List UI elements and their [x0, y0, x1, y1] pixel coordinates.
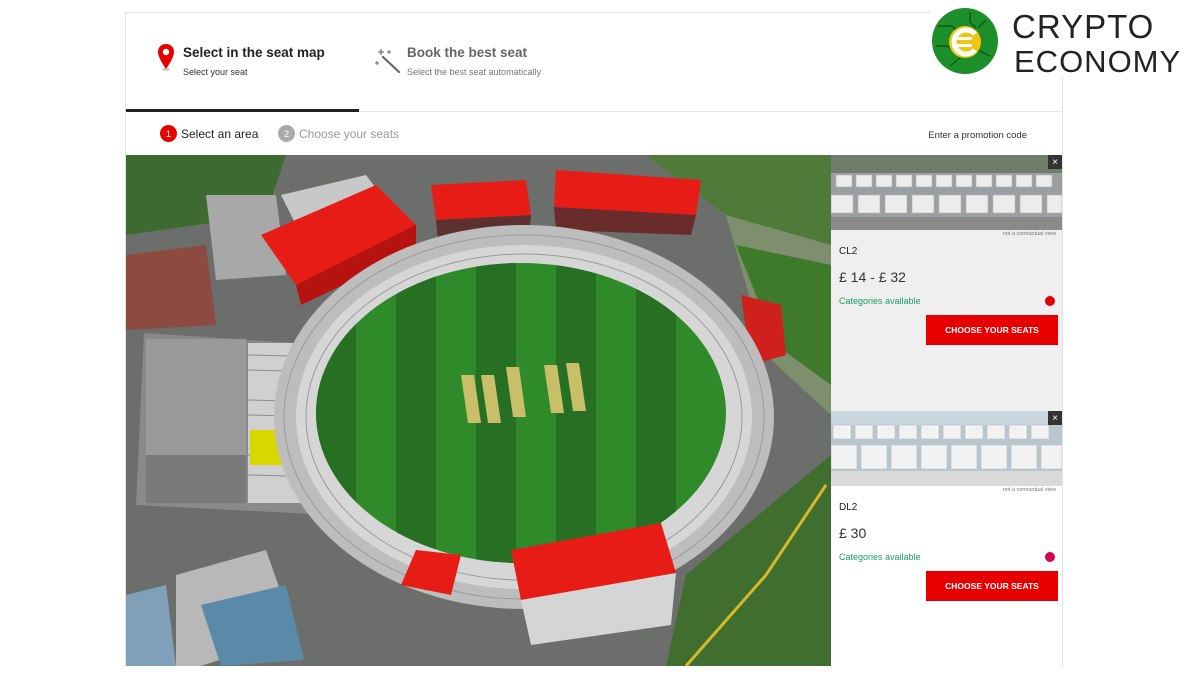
magic-wand-icon — [375, 49, 401, 73]
view-disclaimer: not a contractual view — [1002, 231, 1056, 237]
step-number: 2 — [278, 125, 295, 142]
area-name: DL2 — [839, 502, 858, 513]
progress-steps: 1 Select an area 2 Choose your seats Ent… — [126, 113, 1062, 155]
stadium-seat-map[interactable] — [126, 155, 831, 666]
crypto-economy-logo: CRYPTO ECONOMY — [930, 6, 1196, 79]
logo-text-line1: CRYPTO — [1012, 8, 1155, 45]
promo-code-link[interactable]: Enter a promotion code — [928, 130, 1027, 141]
tab-best-seat-title: Book the best seat — [407, 45, 528, 60]
availability-status: Categories available — [839, 552, 921, 562]
area-view-thumbnail: × — [831, 411, 1062, 486]
step-label: Select an area — [181, 126, 259, 141]
area-card-cl2: × not a contractual view CL2 £ 14 - £ 32… — [831, 155, 1062, 411]
logo-text-line2: ECONOMY — [1014, 44, 1182, 79]
tab-seat-map-title: Select in the seat map — [183, 45, 325, 60]
view-disclaimer: not a contractual view — [1002, 487, 1056, 493]
booking-mode-tabs: Select in the seat map Select your seat … — [126, 13, 1062, 112]
availability-status: Categories available — [839, 296, 921, 306]
map-pin-icon — [158, 44, 174, 71]
close-icon[interactable]: × — [1048, 411, 1062, 425]
area-details-panel: × not a contractual view CL2 £ 14 - £ 32… — [831, 155, 1062, 667]
area-name: CL2 — [839, 246, 858, 257]
step-number: 1 — [160, 125, 177, 142]
tab-best-seat[interactable]: Book the best seat Select the best seat … — [359, 13, 599, 112]
step-label: Choose your seats — [299, 126, 400, 141]
step-choose-seats[interactable]: 2 Choose your seats — [278, 125, 399, 142]
area-price: £ 30 — [839, 525, 867, 541]
step-select-area[interactable]: 1 Select an area — [160, 125, 258, 142]
tab-seat-map-subtitle: Select your seat — [183, 67, 248, 77]
close-icon[interactable]: × — [1048, 155, 1062, 169]
crypto-economy-logo-mark — [932, 8, 998, 74]
choose-seats-button[interactable]: CHOOSE YOUR SEATS — [926, 571, 1058, 601]
area-price: £ 14 - £ 32 — [839, 269, 906, 285]
tab-best-seat-subtitle: Select the best seat automatically — [407, 67, 542, 77]
stadium-illustration — [126, 155, 831, 666]
category-dot — [1045, 552, 1055, 562]
category-dot — [1045, 296, 1055, 306]
choose-seats-button[interactable]: CHOOSE YOUR SEATS — [926, 315, 1058, 345]
booking-widget: Select in the seat map Select your seat … — [125, 12, 1063, 667]
area-view-thumbnail: × — [831, 155, 1062, 230]
tab-seat-map[interactable]: Select in the seat map Select your seat — [126, 13, 359, 112]
area-card-dl2: × not a contractual view DL2 £ 30 Catego… — [831, 411, 1062, 667]
